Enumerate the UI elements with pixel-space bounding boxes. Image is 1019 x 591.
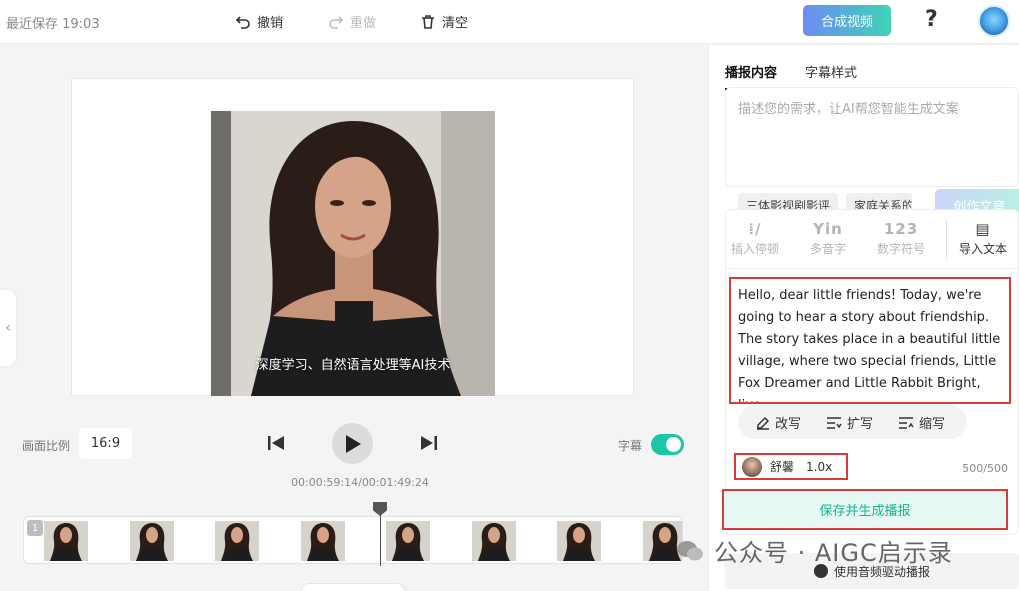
- clear-button[interactable]: 清空: [420, 12, 468, 31]
- video-subtitle: 深度学习、自然语言处理等AI技术: [255, 358, 451, 373]
- timeline-thumbnail: [386, 521, 430, 561]
- timeline-thumbnail: [129, 521, 174, 561]
- voice-name: 舒馨: [770, 460, 795, 474]
- character-count: 500/500: [962, 462, 1008, 475]
- watermark: 公众号 · AIGC启示录: [676, 533, 953, 568]
- playhead-line: [380, 512, 381, 566]
- timeline-thumbnail: [557, 521, 601, 561]
- script-editor-card: ⁞/ 插入停顿 Yin 多音字 123 数字符号 ▤ 导入文本 Hello, d…: [725, 209, 1019, 535]
- collapse-left-panel-button[interactable]: ‹: [0, 290, 16, 366]
- pause-insert-icon: ⁞/: [748, 220, 762, 238]
- undo-icon: [235, 15, 250, 29]
- chevron-left-icon: ‹: [5, 320, 11, 336]
- compose-video-button[interactable]: 合成视频: [803, 5, 891, 36]
- tool-label: 数字符号: [876, 242, 925, 256]
- expand-icon: [827, 416, 842, 429]
- expand-button[interactable]: 扩写: [826, 413, 873, 432]
- import-text-button[interactable]: ▤ 导入文本: [954, 218, 1012, 257]
- avatar-video-frame: 深度学习、自然语言处理等AI技术: [211, 111, 495, 396]
- rewrite-label: 改写: [775, 417, 802, 432]
- divider: [726, 268, 1018, 269]
- shorten-button[interactable]: 缩写: [898, 413, 945, 432]
- tool-label: 导入文本: [958, 242, 1007, 256]
- timeline-thumbnail: [471, 521, 516, 561]
- timeline-thumbnail: [300, 521, 345, 561]
- expand-label: 扩写: [847, 417, 874, 432]
- ai-prompt-card: 描述您的需求，让AI帮您智能生成文案 三体影视剧影评 家庭关系的 创作文章: [725, 87, 1019, 222]
- tab-subtitle-style[interactable]: 字幕样式: [805, 62, 857, 81]
- rewrite-button[interactable]: 改写: [756, 413, 801, 432]
- voice-selector[interactable]: 舒馨 1.0x: [734, 453, 848, 480]
- voice-avatar: [742, 456, 762, 477]
- insert-pause-button[interactable]: ⁞/ 插入停顿: [726, 218, 784, 257]
- shorten-icon: [899, 416, 914, 429]
- timeline-track[interactable]: 1: [23, 516, 683, 564]
- rewrite-toolbar: 改写 扩写 缩写: [738, 405, 967, 439]
- undo-button[interactable]: 撤销: [235, 12, 283, 31]
- skip-forward-icon: [421, 436, 437, 450]
- number-icon: 123: [883, 220, 919, 238]
- wechat-icon: [677, 540, 703, 560]
- play-button[interactable]: [332, 423, 373, 464]
- skip-forward-button[interactable]: [420, 434, 438, 456]
- polyphone-button[interactable]: Yin 多音字: [799, 218, 857, 257]
- undo-label: 撤销: [257, 16, 284, 31]
- tool-divider: [946, 220, 947, 258]
- timeline-thumbnail: [215, 521, 259, 561]
- pencil-icon: [757, 416, 770, 430]
- help-icon[interactable]: ?: [925, 7, 938, 32]
- tab-broadcast-content[interactable]: 播报内容: [725, 62, 777, 81]
- aspect-ratio-label: 画面比例: [22, 439, 71, 453]
- import-text-icon: ▤: [975, 220, 991, 238]
- ai-prompt-input[interactable]: 描述您的需求，让AI帮您智能生成文案: [738, 98, 959, 117]
- skip-back-icon: [268, 436, 284, 450]
- skip-back-button[interactable]: [267, 434, 285, 456]
- user-avatar[interactable]: [978, 5, 1010, 37]
- trash-icon: [422, 14, 434, 29]
- redo-label: 重做: [350, 16, 377, 31]
- voice-speed: 1.0x: [806, 459, 833, 474]
- tool-label: 多音字: [809, 242, 846, 256]
- play-icon: [345, 434, 361, 453]
- aspect-ratio-select[interactable]: 16:9: [79, 428, 132, 459]
- top-toolbar: 最近保存 19:03 撤销 重做 清空 合成视频 ?: [0, 0, 1019, 44]
- polyphone-icon: Yin: [813, 220, 843, 238]
- watermark-text: 公众号 · AIGC启示录: [714, 539, 953, 567]
- subtitle-toggle-label: 字幕: [618, 439, 643, 453]
- tool-label: 插入停顿: [730, 242, 779, 256]
- track-number-badge: 1: [27, 520, 43, 536]
- clear-label: 清空: [442, 16, 469, 31]
- redo-icon: [329, 15, 344, 29]
- timeline-thumbnail: [44, 521, 88, 561]
- playback-time: 00:00:59:14/00:01:49:24: [291, 476, 429, 489]
- number-symbol-button[interactable]: 123 数字符号: [872, 218, 930, 257]
- shorten-label: 缩写: [919, 417, 946, 432]
- timeline-zoom-control[interactable]: [300, 583, 406, 591]
- preview-canvas[interactable]: 深度学习、自然语言处理等AI技术: [71, 78, 634, 396]
- save-status: 最近保存 19:03: [6, 17, 100, 32]
- subtitle-toggle[interactable]: [651, 434, 684, 455]
- playhead-handle[interactable]: [373, 502, 387, 516]
- script-textarea[interactable]: Hello, dear little friends! Today, we're…: [729, 277, 1011, 404]
- save-and-generate-button[interactable]: 保存并生成播报: [722, 489, 1008, 530]
- right-panel: 播报内容 字幕样式 描述您的需求，让AI帮您智能生成文案 三体影视剧影评 家庭关…: [708, 45, 1019, 591]
- redo-button[interactable]: 重做: [328, 12, 376, 31]
